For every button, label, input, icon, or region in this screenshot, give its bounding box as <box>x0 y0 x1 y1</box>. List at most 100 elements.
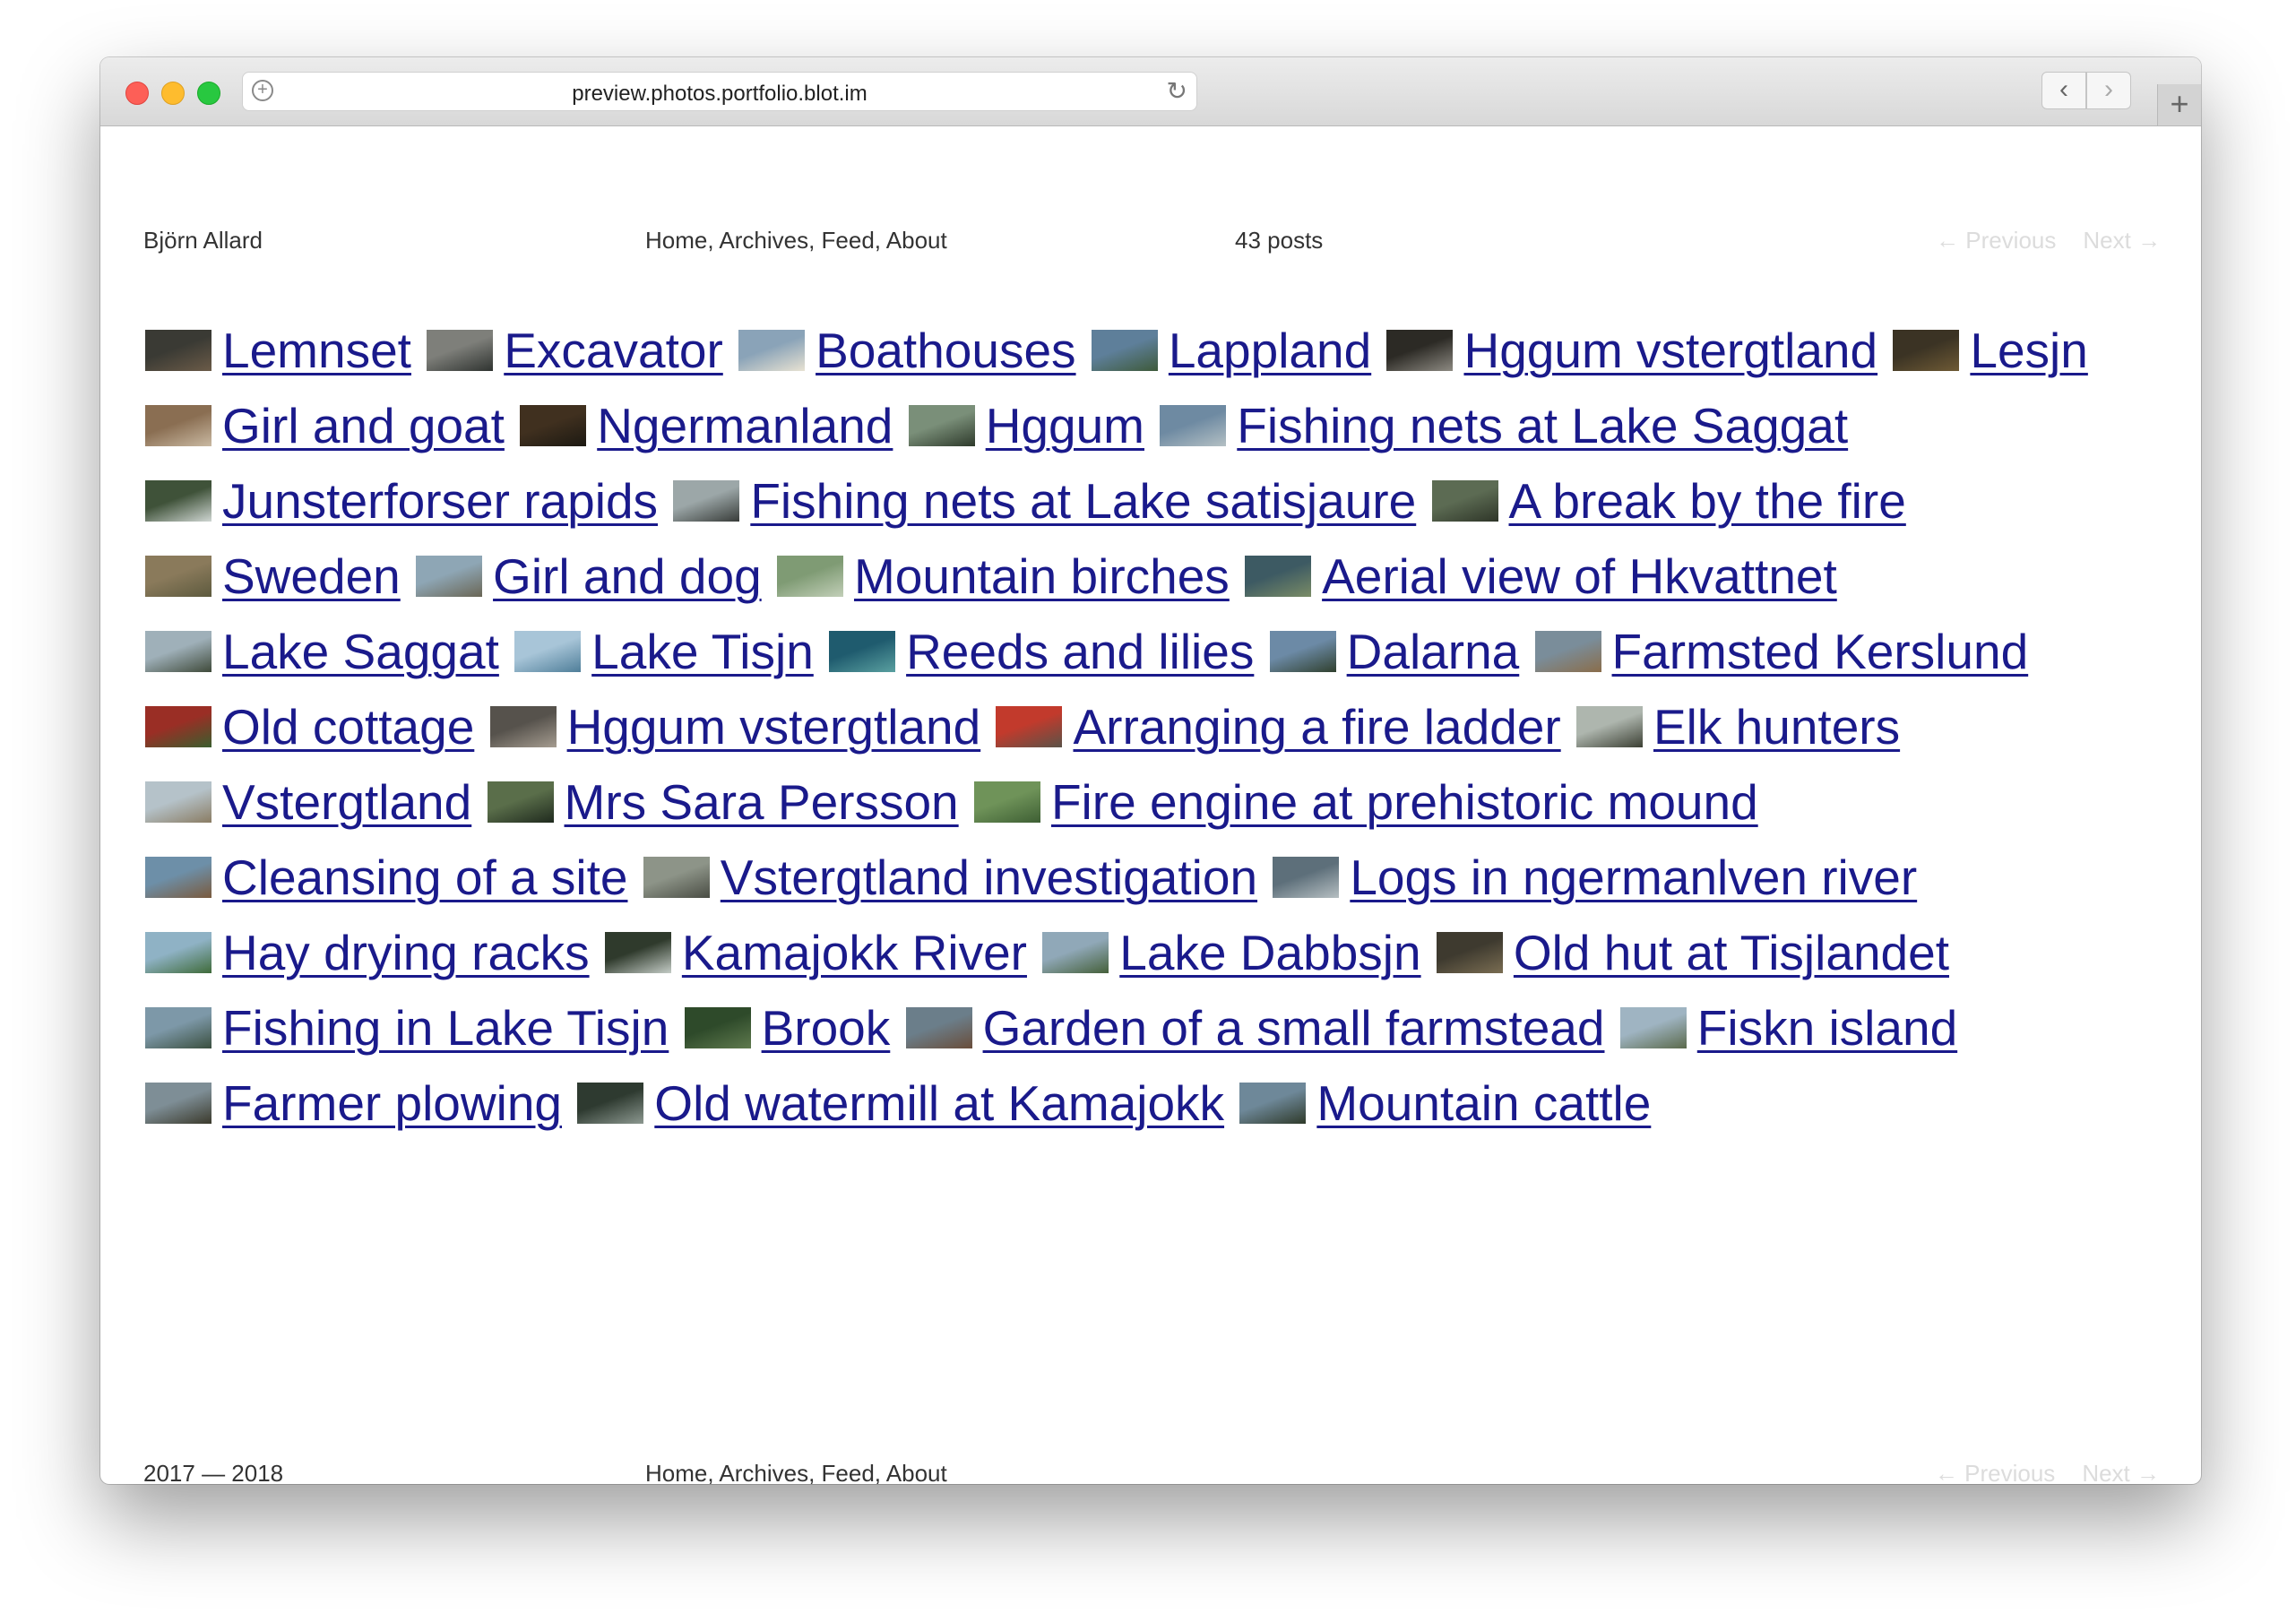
post-link[interactable]: Fishing in Lake Tisjn <box>222 1000 669 1056</box>
post-thumbnail[interactable] <box>487 781 554 823</box>
post-link[interactable]: Fire engine at prehistoric mound <box>1051 774 1758 830</box>
post-link[interactable]: Arranging a fire ladder <box>1073 699 1560 755</box>
post-thumbnail[interactable] <box>1245 556 1312 597</box>
previous-link[interactable]: ← Previous <box>1936 227 2056 254</box>
post-thumbnail[interactable] <box>684 1007 751 1048</box>
forward-button[interactable]: › <box>2086 72 2131 109</box>
post-thumbnail[interactable] <box>514 631 582 672</box>
post-link[interactable]: Lemnset <box>222 323 411 378</box>
post-thumbnail[interactable] <box>145 330 211 371</box>
post-thumbnail[interactable] <box>145 932 211 973</box>
post-thumbnail[interactable] <box>1619 1007 1687 1048</box>
post-link[interactable]: Hay drying racks <box>222 925 590 980</box>
post-thumbnail[interactable] <box>145 706 211 747</box>
post-link[interactable]: Hggum vstergtland <box>567 699 981 755</box>
post-link[interactable]: Lappland <box>1169 323 1371 378</box>
post-thumbnail[interactable] <box>427 330 494 371</box>
post-link[interactable]: Vstergtland <box>222 774 471 830</box>
post-link[interactable]: Mrs Sara Persson <box>565 774 959 830</box>
post-link[interactable]: Kamajokk River <box>682 925 1027 980</box>
header-nav-links[interactable]: Home, Archives, Feed, About <box>645 227 947 255</box>
post-link[interactable]: Ngermanland <box>597 398 893 453</box>
post-thumbnail[interactable] <box>604 932 671 973</box>
post-thumbnail[interactable] <box>1431 480 1498 522</box>
footer-nav-links[interactable]: Home, Archives, Feed, About <box>645 1460 947 1484</box>
post-thumbnail[interactable] <box>1273 857 1340 898</box>
maximize-window-button[interactable] <box>197 82 220 105</box>
post-thumbnail[interactable] <box>673 480 740 522</box>
new-tab-button[interactable]: + <box>2157 84 2201 125</box>
footer-previous-link[interactable]: ← Previous <box>1935 1460 2055 1484</box>
post-link[interactable]: Fishing nets at Lake satisjaure <box>750 473 1416 529</box>
post-link[interactable]: Boathouses <box>816 323 1076 378</box>
post-thumbnail[interactable] <box>520 405 587 446</box>
post-thumbnail[interactable] <box>1575 706 1643 747</box>
post-thumbnail[interactable] <box>1269 631 1336 672</box>
post-thumbnail[interactable] <box>489 706 557 747</box>
post-link[interactable]: Logs in ngermanlven river <box>1350 850 1917 905</box>
post-link[interactable]: Girl and dog <box>493 548 762 604</box>
footer-next-link[interactable]: Next → <box>2082 1460 2160 1484</box>
address-url[interactable]: preview.photos.portfolio.blot.im <box>243 82 1196 107</box>
post-thumbnail[interactable] <box>1239 1083 1307 1124</box>
post-thumbnail[interactable] <box>776 556 843 597</box>
back-button[interactable]: ‹ <box>2041 72 2086 109</box>
post-link[interactable]: Dalarna <box>1347 624 1520 679</box>
post-link[interactable]: Aerial view of Hkvattnet <box>1322 548 1837 604</box>
post-link[interactable]: Cleansing of a site <box>222 850 628 905</box>
post-link[interactable]: Old watermill at Kamajokk <box>654 1075 1224 1131</box>
post-thumbnail[interactable] <box>643 857 710 898</box>
post-thumbnail[interactable] <box>1091 330 1158 371</box>
post-thumbnail[interactable] <box>416 556 483 597</box>
post-thumbnail[interactable] <box>1042 932 1109 973</box>
post-thumbnail[interactable] <box>829 631 896 672</box>
post-thumbnail[interactable] <box>145 1007 211 1048</box>
post-link[interactable]: Hggum vstergtland <box>1463 323 1877 378</box>
post-thumbnail[interactable] <box>145 405 211 446</box>
post-link[interactable]: Girl and goat <box>222 398 505 453</box>
address-bar[interactable]: + preview.photos.portfolio.blot.im ↻ <box>242 72 1197 111</box>
post-thumbnail[interactable] <box>973 781 1040 823</box>
post-link[interactable]: Sweden <box>222 548 401 604</box>
post-link[interactable]: Farmsted Kerslund <box>1612 624 2029 679</box>
post-link[interactable]: Brook <box>762 1000 891 1056</box>
post-thumbnail[interactable] <box>1534 631 1601 672</box>
post-link[interactable]: Junsterforser rapids <box>222 473 658 529</box>
post-link[interactable]: Mountain cattle <box>1316 1075 1651 1131</box>
post-thumbnail[interactable] <box>738 330 806 371</box>
post-thumbnail[interactable] <box>145 631 211 672</box>
post-thumbnail[interactable] <box>145 480 211 522</box>
post-link[interactable]: Mountain birches <box>854 548 1230 604</box>
post-thumbnail[interactable] <box>1160 405 1227 446</box>
post-link[interactable]: Farmer plowing <box>222 1075 562 1131</box>
close-window-button[interactable] <box>125 82 149 105</box>
post-thumbnail[interactable] <box>1436 932 1503 973</box>
post-thumbnail[interactable] <box>996 706 1063 747</box>
post-thumbnail[interactable] <box>145 781 211 823</box>
post-thumbnail[interactable] <box>145 1083 211 1124</box>
next-link[interactable]: Next → <box>2083 227 2161 254</box>
post-link[interactable]: Elk hunters <box>1653 699 1900 755</box>
post-thumbnail[interactable] <box>1893 330 1960 371</box>
post-link[interactable]: Reeds and lilies <box>906 624 1254 679</box>
post-link[interactable]: Fishing nets at Lake Saggat <box>1237 398 1848 453</box>
site-author[interactable]: Björn Allard <box>143 227 263 255</box>
post-link[interactable]: Lake Dabbsjn <box>1119 925 1420 980</box>
post-link[interactable]: Fiskn island <box>1697 1000 1957 1056</box>
post-thumbnail[interactable] <box>577 1083 644 1124</box>
post-link[interactable]: Old cottage <box>222 699 474 755</box>
post-link[interactable]: Old hut at Tisjlandet <box>1514 925 1949 980</box>
post-link[interactable]: Lesjn <box>1970 323 2087 378</box>
post-link[interactable]: Garden of a small farmstead <box>983 1000 1605 1056</box>
post-thumbnail[interactable] <box>145 556 211 597</box>
post-thumbnail[interactable] <box>908 405 975 446</box>
post-link[interactable]: Hggum <box>986 398 1144 453</box>
post-link[interactable]: Vstergtland investigation <box>721 850 1257 905</box>
post-thumbnail[interactable] <box>1386 330 1454 371</box>
reload-icon[interactable]: ↻ <box>1167 76 1187 106</box>
post-link[interactable]: Lake Tisjn <box>591 624 814 679</box>
post-link[interactable]: A break by the fire <box>1509 473 1906 529</box>
post-link[interactable]: Lake Saggat <box>222 624 499 679</box>
post-thumbnail[interactable] <box>905 1007 972 1048</box>
post-thumbnail[interactable] <box>145 857 211 898</box>
